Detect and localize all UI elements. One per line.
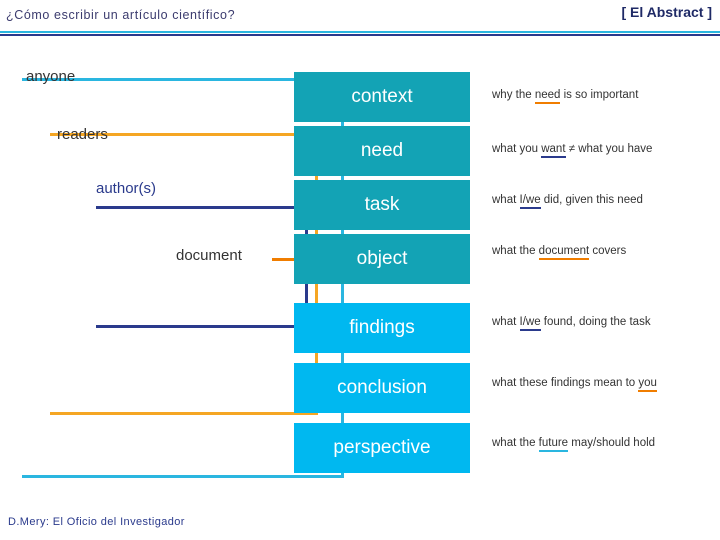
annotation-context-post: is so important	[560, 89, 639, 101]
box-object[interactable]: object	[294, 234, 470, 284]
annotation-task: what I/we did, given this need	[492, 194, 643, 209]
slide-header: ¿Cómo escribir un artículo científico? […	[0, 0, 720, 38]
bracket-label-document: document	[176, 247, 242, 264]
box-context[interactable]: context	[294, 72, 470, 122]
annotation-object-pre: what the	[492, 245, 539, 257]
annotation-task-post: did, given this need	[540, 194, 643, 206]
annotation-object-post: covers	[589, 245, 627, 257]
annotation-findings-post: found, doing the task	[540, 316, 651, 328]
annotation-conclusion-mark: you	[638, 377, 657, 392]
box-conclusion[interactable]: conclusion	[294, 363, 470, 413]
annotation-findings: what I/we found, doing the task	[492, 316, 651, 331]
annotation-task-pre: what	[492, 194, 520, 206]
annotation-context-mark: need	[534, 89, 561, 104]
header-rule-top	[0, 31, 720, 33]
annotation-object-mark: document	[538, 245, 590, 260]
annotation-conclusion-pre: what these findings mean to	[492, 377, 639, 389]
annotation-context-pre: why the	[492, 89, 535, 101]
annotation-conclusion: what these findings mean to you	[492, 377, 657, 392]
annotation-task-mark: I/we	[519, 194, 541, 209]
bracket-authors	[96, 206, 308, 328]
page-title: ¿Cómo escribir un artículo científico?	[6, 8, 236, 22]
annotation-need: what you want ≠ what you have	[492, 143, 653, 158]
header-rule-bottom	[0, 34, 720, 36]
annotation-need-post: ≠ what you have	[565, 143, 653, 155]
footer-credit: D.Mery: El Oficio del Investigador	[8, 516, 185, 528]
annotation-context: why the need is so important	[492, 89, 639, 104]
annotation-need-pre: what you	[492, 143, 542, 155]
box-need[interactable]: need	[294, 126, 470, 176]
box-perspective[interactable]: perspective	[294, 423, 470, 473]
bracket-label-anyone: anyone	[26, 68, 76, 85]
annotation-findings-mark: I/we	[519, 316, 541, 331]
bracket-label-authors: author(s)	[96, 180, 157, 197]
box-task[interactable]: task	[294, 180, 470, 230]
annotation-perspective-post: may/should hold	[568, 437, 656, 449]
annotation-perspective: what the future may/should hold	[492, 437, 656, 452]
annotation-perspective-mark: future	[538, 437, 569, 452]
header-section-label: [ El Abstract ]	[621, 4, 713, 20]
annotation-perspective-pre: what the	[492, 437, 539, 449]
bracket-label-readers: readers	[57, 126, 108, 143]
annotation-findings-pre: what	[492, 316, 520, 328]
annotation-need-mark: want	[541, 143, 566, 158]
annotation-object: what the document covers	[492, 245, 627, 260]
box-findings[interactable]: findings	[294, 303, 470, 353]
